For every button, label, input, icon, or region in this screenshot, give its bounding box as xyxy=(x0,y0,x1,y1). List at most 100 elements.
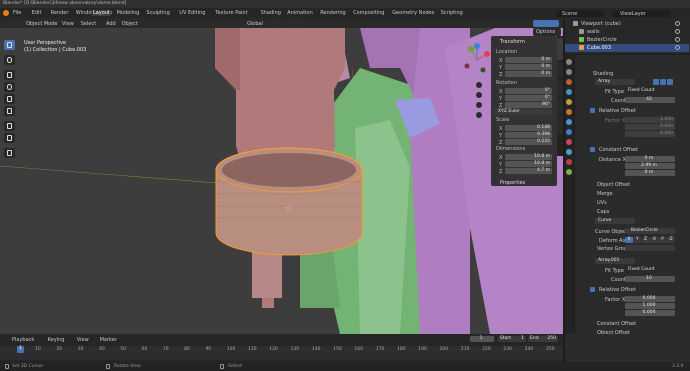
modifier-name-array-001[interactable]: Array.001 xyxy=(595,258,635,264)
transform-tool-button[interactable] xyxy=(4,106,15,116)
menu-render[interactable]: Render xyxy=(51,10,69,16)
deform-axis-neg-y[interactable]: -Y xyxy=(658,237,667,243)
properties-tab-icon[interactable] xyxy=(566,149,572,155)
zoom-icon[interactable] xyxy=(476,82,482,88)
header-menu-add[interactable]: Add xyxy=(106,21,116,27)
loc-y-field[interactable]: 0 m xyxy=(505,64,552,70)
timeline-menu-view[interactable]: View xyxy=(77,337,89,343)
header-menu-view[interactable]: View xyxy=(62,21,74,27)
editor-type-button[interactable] xyxy=(3,19,21,27)
scl-x-field[interactable]: 0.148 xyxy=(505,125,552,131)
factor-y-field[interactable]: 0.000 xyxy=(625,124,675,130)
relative-offset-checkbox[interactable] xyxy=(590,108,595,113)
curve-object-field[interactable]: BezierCircle xyxy=(625,228,675,234)
dims-y-field[interactable]: 10.8 m xyxy=(505,161,552,167)
merge-label[interactable]: Merge xyxy=(597,191,613,197)
menu-edit[interactable]: Edit xyxy=(32,10,42,16)
transform-header[interactable]: Transform xyxy=(500,39,525,45)
scl-z-field[interactable]: 0.235 xyxy=(505,139,552,145)
header-menu-select[interactable]: Select xyxy=(81,21,96,27)
relative-offset-label[interactable]: Relative Offset xyxy=(599,108,636,114)
loc-z-field[interactable]: 0 m xyxy=(505,71,552,77)
properties-tab-icon[interactable] xyxy=(566,89,572,95)
3d-viewport[interactable]: User Perspective (1) Collection | Cube.0… xyxy=(0,28,563,334)
outliner-item[interactable]: Viewport (cube) xyxy=(565,20,689,28)
modifier-name-curve[interactable]: Curve xyxy=(595,218,635,224)
count-field[interactable]: 42 xyxy=(625,97,675,103)
properties-tab-icon[interactable] xyxy=(566,69,572,75)
workspace-tab-shading[interactable]: Shading xyxy=(260,10,282,16)
workspace-tab-rendering[interactable]: Rendering xyxy=(319,10,347,16)
distance-y-field[interactable]: 2.99 m xyxy=(625,163,675,169)
scale-tool-button[interactable] xyxy=(4,94,15,104)
deform-axis-neg-x[interactable]: -X xyxy=(649,237,658,243)
loc-x-field[interactable]: 0 m xyxy=(505,57,552,63)
workspace-tab-geometry-nodes[interactable]: Geometry Nodes xyxy=(391,10,435,16)
orientation-selector[interactable]: Global xyxy=(238,19,266,27)
render-toggle-icon[interactable] xyxy=(667,79,673,85)
factor-x-field[interactable]: 1.000 xyxy=(625,117,675,123)
mode-selector[interactable]: Object Mode xyxy=(23,19,58,27)
constant-offset-checkbox[interactable] xyxy=(590,147,595,152)
options-button[interactable]: Options xyxy=(533,28,561,36)
visibility-eye-icon[interactable] xyxy=(675,21,680,26)
caps-label[interactable]: Caps xyxy=(597,209,609,215)
header-menu-object[interactable]: Object xyxy=(122,21,138,27)
fit-type-select-2[interactable]: Fixed Count xyxy=(625,267,675,273)
uvs-label[interactable]: UVs xyxy=(597,200,607,206)
properties-tab-icon[interactable] xyxy=(566,79,572,85)
fit-type-select[interactable]: Fixed Count xyxy=(625,88,675,94)
view-layer-selector[interactable]: ViewLayer xyxy=(612,9,670,17)
workspace-tab-scripting[interactable]: Scripting xyxy=(440,10,464,16)
properties-tab-icon[interactable] xyxy=(566,169,572,175)
rotation-mode-select[interactable]: XYZ Euler xyxy=(494,109,552,115)
dims-x-field[interactable]: 10.8 m xyxy=(505,154,552,160)
snap-button[interactable] xyxy=(270,19,284,27)
playhead[interactable]: 1 xyxy=(17,346,24,353)
outliner-item[interactable]: BezierCircle xyxy=(565,36,689,44)
grid-icon[interactable] xyxy=(476,112,482,118)
add-cube-tool-button[interactable] xyxy=(4,148,15,158)
camera-icon[interactable] xyxy=(476,102,482,108)
constant-offset-label-2[interactable]: Constant Offset xyxy=(597,321,636,327)
workspace-tab-compositing[interactable]: Compositing xyxy=(352,10,385,16)
properties-tab-icon[interactable] xyxy=(566,59,572,65)
factor-z-field[interactable]: 0.000 xyxy=(625,131,675,137)
tab-create[interactable] xyxy=(557,116,563,134)
rotate-tool-button[interactable] xyxy=(4,82,15,92)
properties-tab-icon[interactable] xyxy=(566,109,572,115)
constant-offset-label[interactable]: Constant Offset xyxy=(599,147,638,153)
properties-tab-icon[interactable] xyxy=(566,159,572,165)
proportional-button[interactable] xyxy=(288,19,304,27)
workspace-tab-uv-editing[interactable]: UV Editing xyxy=(178,10,206,16)
timeline-menu-playback[interactable]: Playback xyxy=(12,337,34,343)
end-frame-field[interactable]: End 250 xyxy=(528,336,558,342)
deform-axis-x[interactable]: X xyxy=(625,237,633,243)
outliner-item[interactable]: walls xyxy=(565,28,689,36)
distance-x-field[interactable]: 0 m xyxy=(625,156,675,162)
object-offset-label[interactable]: Object Offset xyxy=(597,182,630,188)
workspace-tab-layout[interactable]: Layout xyxy=(92,10,111,16)
shading-solid-button[interactable] xyxy=(533,19,559,27)
relative-offset-label-2[interactable]: Relative Offset xyxy=(599,287,636,293)
cursor-tool-button[interactable] xyxy=(4,55,15,65)
visibility-eye-icon[interactable] xyxy=(675,37,680,42)
deform-axis-z[interactable]: Z xyxy=(641,237,650,243)
tab-tool[interactable] xyxy=(557,62,563,78)
dims-z-field[interactable]: 4.7 m xyxy=(505,168,552,174)
visibility-eye-icon[interactable] xyxy=(675,45,680,50)
count-field-2[interactable]: 10 xyxy=(625,276,675,282)
deform-axis-neg-z[interactable]: -Z xyxy=(666,237,675,243)
properties-tab-icon[interactable] xyxy=(566,139,572,145)
workspace-tab-sculpting[interactable]: Sculpting xyxy=(145,10,170,16)
rot-z-field[interactable]: 90° xyxy=(505,102,552,108)
properties-tab-icon[interactable] xyxy=(566,99,572,105)
select-tool-button[interactable] xyxy=(4,40,15,50)
outliner-item[interactable]: Cube.003 xyxy=(565,44,689,52)
shading-section[interactable]: Shading xyxy=(593,71,613,77)
annotate-tool-button[interactable] xyxy=(4,121,15,131)
viewport-toggle-icon[interactable] xyxy=(660,79,666,85)
blender-logo-icon[interactable] xyxy=(3,10,9,16)
visibility-eye-icon[interactable] xyxy=(675,29,680,34)
modifier-name-array[interactable]: Array xyxy=(595,79,635,85)
